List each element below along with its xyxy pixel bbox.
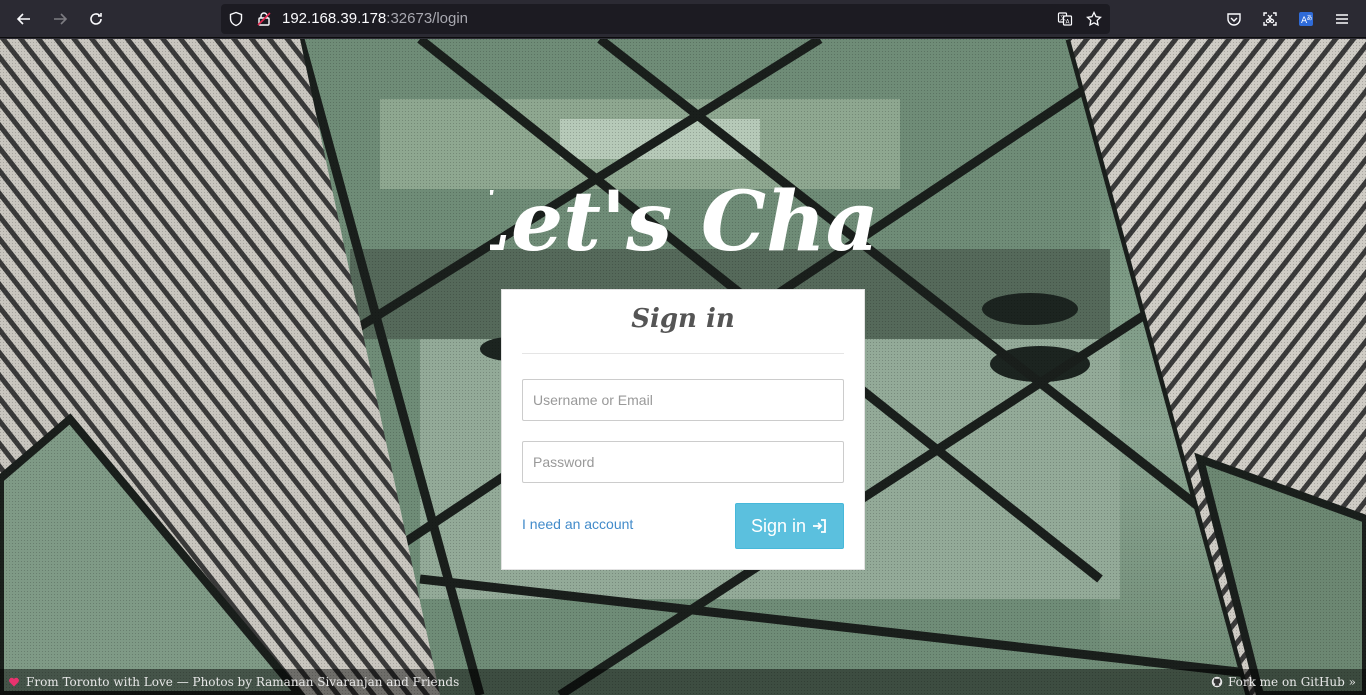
back-arrow-icon[interactable] xyxy=(12,7,36,31)
github-link[interactable]: Fork me on GitHub » xyxy=(1211,675,1356,689)
sign-in-label: Sign in xyxy=(750,515,807,536)
divider xyxy=(522,353,844,354)
reload-icon[interactable] xyxy=(84,7,108,31)
sign-in-button[interactable]: Sign in xyxy=(735,503,844,549)
forward-arrow-icon[interactable] xyxy=(48,7,72,31)
insecure-lock-icon[interactable] xyxy=(256,11,272,27)
sign-in-icon xyxy=(813,519,826,533)
panel-title: Sign in xyxy=(631,304,735,334)
github-text: Fork me on GitHub » xyxy=(1227,675,1356,689)
extension-translate-icon[interactable]: Aあ xyxy=(1294,7,1318,31)
translate-icon[interactable]: 文A xyxy=(1057,11,1073,27)
url-host: 192.168.39.178 xyxy=(282,10,387,27)
screenshot-icon[interactable] xyxy=(1258,7,1282,31)
bookmark-star-icon[interactable] xyxy=(1086,11,1102,27)
url-bar[interactable]: 192.168.39.178:32673/login 文A xyxy=(221,4,1110,34)
username-input[interactable] xyxy=(522,379,844,421)
login-page: Let's Chat Sign in I need an account Sig… xyxy=(0,39,1366,695)
svg-text:あ: あ xyxy=(1307,15,1313,22)
footer-bar: From Toronto with Love — Photos by Raman… xyxy=(0,669,1366,695)
url-text: 192.168.39.178:32673/login xyxy=(282,10,468,27)
sign-in-panel: Sign in I need an account Sign in xyxy=(501,289,865,570)
menu-icon[interactable] xyxy=(1330,7,1354,31)
logo-text: Let's Chat xyxy=(490,174,880,257)
lets-chat-logo: Let's Chat xyxy=(490,174,880,257)
register-link[interactable]: I need an account xyxy=(522,516,633,532)
password-input[interactable] xyxy=(522,441,844,483)
github-icon xyxy=(1211,676,1223,688)
footer-credit: From Toronto with Love — Photos by Raman… xyxy=(8,675,459,689)
credit-text: From Toronto with Love — Photos by Raman… xyxy=(26,675,460,689)
pocket-icon[interactable] xyxy=(1222,7,1246,31)
heart-icon xyxy=(9,677,19,687)
browser-toolbar: 192.168.39.178:32673/login 文A Aあ xyxy=(0,0,1366,38)
url-path: :32673/login xyxy=(386,10,469,27)
shield-icon[interactable] xyxy=(228,11,244,27)
